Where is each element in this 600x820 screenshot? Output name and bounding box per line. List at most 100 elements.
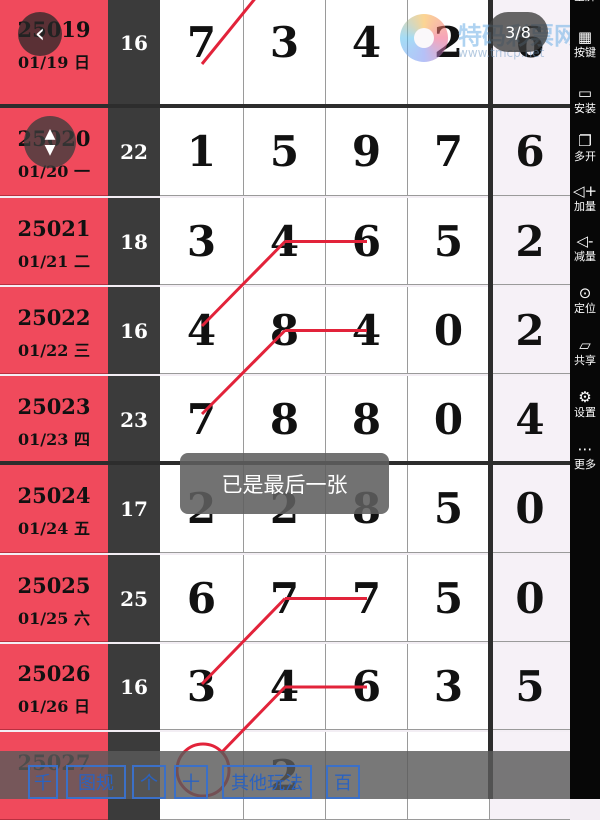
digit-cell: 0 [490, 465, 570, 553]
issue-cell: 25021 01/21 二 [0, 198, 108, 285]
sidebar-item[interactable]: ◁+ 加量 [570, 182, 600, 214]
issue-cell: 25024 01/24 五 [0, 465, 108, 553]
digit-cell: 2 [490, 198, 570, 285]
page-counter: 3/8 [488, 12, 548, 52]
sum-value: 16 [108, 0, 160, 106]
sidebar-item[interactable]: ⊙ 定位 [570, 284, 600, 316]
tab-button[interactable]: 百 [326, 765, 360, 799]
issue-date: 01/21 二 [18, 251, 90, 271]
digit-cell: 9 [326, 108, 408, 196]
digit-cell: 5 [408, 465, 490, 553]
folder-share-icon: ▱ [579, 336, 591, 354]
sidebar-item[interactable]: 全屏 [570, 0, 600, 4]
digit-cell: 7 [408, 108, 490, 196]
digit-cell: 4 [326, 0, 408, 106]
sidebar-item[interactable]: ⋯ 更多 [570, 440, 600, 472]
digit-cell: 6 [326, 198, 408, 285]
issue-cell: 2501901/19 日 [0, 0, 108, 106]
digit-cell: 8 [244, 287, 326, 374]
issue-date: 01/23 四 [18, 429, 90, 449]
sidebar-item-label: 安装 [574, 102, 596, 115]
issue-date: 01/22 三 [18, 340, 90, 360]
digit-cell: 8 [244, 376, 326, 463]
digit-cell: 3 [408, 644, 490, 730]
toast-message: 已是最后一张 [180, 453, 389, 514]
issue-number: 25024 [17, 483, 91, 508]
digit-cell: 4 [244, 644, 326, 730]
issue-number: 25023 [17, 393, 91, 419]
digit-cell: 3 [160, 198, 244, 285]
digit-cell: 4 [244, 198, 326, 285]
digit-cell: 7 [326, 555, 408, 642]
column-separator [488, 0, 493, 799]
issue-cell: 25025 01/25 六 [0, 555, 108, 642]
issue-cell: 25022 01/22 三 [0, 287, 108, 374]
sidebar-item-label: 全屏 [570, 0, 600, 4]
digit-cell: 7 [244, 555, 326, 642]
digit-cell: 5 [490, 644, 570, 730]
digit-cell: 0 [490, 555, 570, 642]
digit-cell: 7 [160, 0, 244, 106]
sidebar-item[interactable]: ▭ 安装 [570, 84, 600, 116]
tab-button[interactable]: 千 [28, 765, 58, 799]
digit-cell: 8 [326, 376, 408, 463]
digit-cell: 3 [244, 0, 326, 106]
issue-number: 25025 [17, 572, 91, 598]
issue-date: 01/19 日 [18, 53, 90, 72]
issue-number: 25021 [17, 215, 91, 241]
back-button[interactable]: ‹ [18, 12, 62, 56]
digit-cell: 4 [160, 287, 244, 374]
keyboard-icon: ▦ [577, 28, 593, 46]
issue-date: 01/26 日 [18, 697, 90, 716]
digit-cell: 5 [408, 198, 490, 285]
digit-cell: 2 [490, 287, 570, 374]
sum-value: 16 [108, 644, 160, 730]
sidebar-item[interactable]: ❐ 多开 [570, 132, 600, 164]
sidebar-item-label: 定位 [574, 302, 596, 315]
sum-value: 25 [108, 555, 160, 642]
digit-cell: 4 [490, 376, 570, 463]
digit-cell: 0 [408, 376, 490, 463]
sidebar-item-label: 减量 [574, 250, 596, 263]
sidebar-item-label: 多开 [574, 150, 596, 163]
tab-button[interactable]: 其他玩法 [222, 765, 312, 799]
sum-value: 17 [108, 465, 160, 553]
bottom-tab-bar: 千图规个十其他玩法百 [0, 751, 570, 799]
tab-button[interactable]: 图规 [66, 765, 126, 799]
more-dots-icon: ⋯ [577, 440, 593, 458]
issue-date: 01/24 五 [18, 519, 90, 538]
sidebar-item-label: 设置 [574, 406, 596, 419]
digit-cell: 6 [490, 108, 570, 196]
digit-cell: 4 [326, 287, 408, 374]
tab-button[interactable]: 十 [174, 765, 208, 799]
gear-icon: ⚙ [578, 388, 592, 406]
volume-up-icon: ◁+ [572, 182, 598, 200]
issue-number: 25022 [17, 304, 91, 330]
sidebar-item[interactable]: ▱ 共享 [570, 336, 600, 368]
sidebar-item[interactable]: ◁- 减量 [570, 232, 600, 264]
sidebar-item-label: 加量 [574, 200, 596, 213]
apk-install-icon: ▭ [577, 84, 593, 102]
digit-cell: 0 [408, 287, 490, 374]
digit-cell: 6 [160, 555, 244, 642]
scroll-toggle-button[interactable]: ▲ ▼ [24, 116, 76, 168]
digit-cell: 3 [160, 644, 244, 730]
sidebar-item[interactable]: ⚙ 设置 [570, 388, 600, 420]
sum-value: 18 [108, 198, 160, 285]
multi-window-icon: ❐ [578, 132, 592, 150]
chevron-left-icon: ‹ [34, 19, 46, 49]
sidebar-item-label: 共享 [574, 354, 596, 367]
digit-cell: 5 [244, 108, 326, 196]
site-logo-icon [400, 14, 448, 62]
digit-cell: 1 [160, 108, 244, 196]
lottery-trend-grid: 2501901/19 日16734262502001/20 一221597625… [0, 0, 570, 820]
digit-cell: 7 [160, 376, 244, 463]
tab-button[interactable]: 个 [132, 765, 166, 799]
sum-value: 23 [108, 376, 160, 463]
arrow-down-icon: ▼ [44, 142, 56, 158]
emulator-sidebar: 全屏 ▦按键 ▭安装 ❐多开 ◁+加量 ◁-减量 ⊙定位 ▱共享 ⚙设置 ⋯更多 [570, 0, 600, 799]
sum-value: 16 [108, 287, 160, 374]
issue-cell: 25026 01/26 日 [0, 644, 108, 730]
sidebar-item[interactable]: ▦ 按键 [570, 28, 600, 60]
issue-cell: 25023 01/23 四 [0, 376, 108, 463]
